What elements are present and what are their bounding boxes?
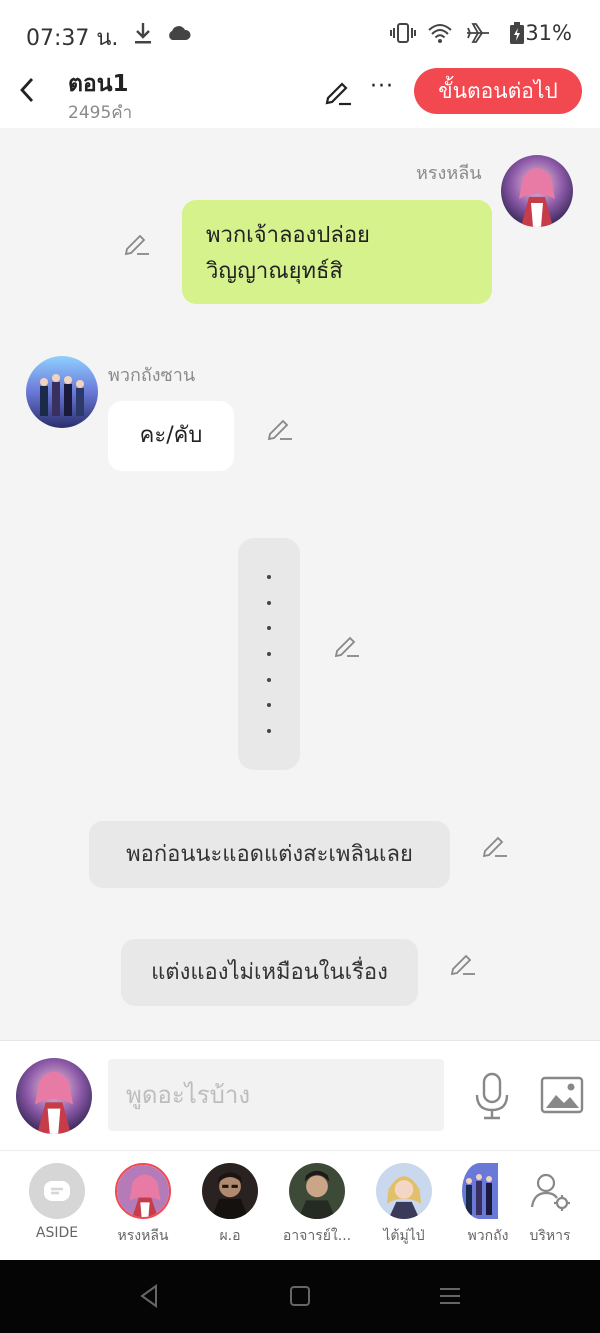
character-teacher[interactable]: อาจารย์ใ... — [275, 1163, 359, 1257]
character-daimubai[interactable]: ไต้มู่ไป่ — [362, 1163, 446, 1257]
ellipsis-dot — [267, 574, 271, 579]
ellipsis-dot — [267, 703, 271, 708]
narration-bubble[interactable]: พอก่อนนะแอดแต่งสะเพลินเลย — [89, 821, 450, 888]
avatar-tang-group[interactable] — [26, 356, 98, 428]
avatar — [202, 1163, 258, 1219]
character-rongrong[interactable]: หรงหลีน — [101, 1163, 185, 1257]
square-home-icon — [290, 1286, 310, 1306]
character-label: บริหาร — [529, 1228, 571, 1244]
pencil-icon — [482, 836, 507, 858]
pencil-icon — [450, 954, 475, 976]
status-bar: 07:37 น. 31% — [0, 0, 600, 66]
speaker-name: หรงหลีน — [416, 163, 482, 184]
edit-message-button[interactable] — [332, 630, 362, 660]
pencil-icon — [325, 82, 351, 106]
character-label: ไต้มู่ไป่ — [383, 1228, 425, 1244]
message-bubble[interactable]: คะ/คับ — [108, 401, 234, 471]
edit-message-button[interactable] — [122, 228, 152, 258]
voice-button[interactable] — [472, 1071, 512, 1121]
more-options-button[interactable]: ··· — [368, 74, 396, 104]
character-aside[interactable]: ASIDE — [15, 1163, 99, 1257]
wifi-icon — [427, 18, 453, 48]
input-bar — [0, 1040, 600, 1150]
back-arrow-icon — [20, 78, 34, 102]
image-button[interactable] — [540, 1075, 584, 1115]
cloud-icon — [166, 18, 192, 48]
nav-menu-button[interactable] — [436, 1282, 464, 1310]
character-label: ASIDE — [35, 1225, 79, 1241]
aside-icon — [29, 1163, 85, 1219]
narration-bubble[interactable] — [238, 538, 300, 770]
page-title: ตอน1 — [68, 71, 129, 97]
next-step-button[interactable]: ขั้นตอนต่อไป — [414, 68, 582, 114]
battery-percent: 31% — [525, 21, 572, 45]
back-button[interactable] — [12, 72, 42, 108]
ellipsis-dot — [267, 729, 271, 734]
word-count: 2495คำ — [68, 103, 133, 123]
avatar — [376, 1163, 432, 1219]
system-nav-bar — [0, 1260, 600, 1333]
pencil-icon — [124, 234, 149, 256]
character-bar: ASIDE หรงหลีน ผ.อ อาจารย์ใ... ไต้มู่ไป่ … — [0, 1150, 600, 1260]
ellipsis-dot — [267, 626, 271, 631]
avatar — [289, 1163, 345, 1219]
edit-message-button[interactable] — [265, 413, 295, 443]
character-label: อาจารย์ใ... — [282, 1228, 352, 1244]
image-icon — [540, 1076, 584, 1114]
ellipsis-dot — [267, 600, 271, 605]
status-time: 07:37 น. — [26, 26, 119, 51]
triangle-back-icon — [140, 1284, 157, 1308]
ellipsis-dot — [267, 677, 271, 682]
nav-back-button[interactable] — [136, 1282, 164, 1310]
edit-message-button[interactable] — [448, 948, 478, 978]
microphone-icon — [475, 1072, 509, 1120]
avatar-rongrong[interactable] — [501, 155, 573, 227]
speaker-name: พวกถังซาน — [108, 365, 196, 386]
vibrate-icon — [390, 18, 416, 48]
download-icon — [130, 18, 156, 48]
message-bubble[interactable]: พวกเจ้าลองปล่อย วิญญาณยุทธ์สิ — [182, 200, 492, 304]
airplane-icon — [465, 18, 491, 48]
edit-message-button[interactable] — [480, 830, 510, 860]
current-speaker-avatar[interactable] — [16, 1058, 92, 1134]
manage-icon — [522, 1163, 578, 1219]
avatar — [462, 1163, 498, 1219]
chat-area[interactable]: หรงหลีน พวกเจ้าลองปล่อย วิญญาณยุทธ์สิ พว… — [0, 128, 600, 1040]
menu-lines-icon — [440, 1288, 460, 1304]
edit-title-button[interactable] — [323, 76, 353, 106]
character-label: ผ.อ — [219, 1228, 241, 1244]
pencil-icon — [334, 636, 359, 658]
character-director[interactable]: ผ.อ — [188, 1163, 272, 1257]
pencil-icon — [267, 419, 292, 441]
header: ตอน1 2495คำ ··· ขั้นตอนต่อไป — [0, 62, 600, 128]
character-label: หรงหลีน — [117, 1228, 169, 1244]
ellipsis-dot — [267, 651, 271, 656]
avatar — [115, 1163, 171, 1219]
narration-bubble[interactable]: แต่งแองไม่เหมือนในเรื่อง — [121, 939, 418, 1006]
manage-characters-button[interactable]: บริหาร — [508, 1163, 592, 1257]
message-input[interactable] — [108, 1059, 444, 1131]
nav-home-button[interactable] — [286, 1282, 314, 1310]
